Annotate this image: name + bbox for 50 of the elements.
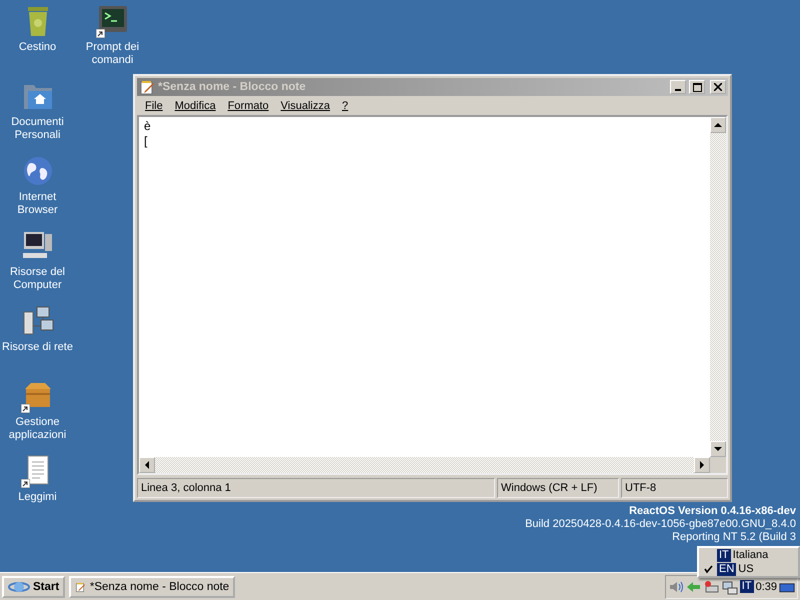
scroll-right-icon <box>698 461 706 469</box>
maximize-button[interactable] <box>689 80 705 94</box>
status-bar-field: Windows (CR + LF) <box>497 478 619 498</box>
language-menu-item[interactable]: IT Italiana <box>699 548 798 562</box>
shortcut-arrow-icon <box>20 404 30 413</box>
menu-item[interactable]: File <box>139 100 169 112</box>
text-line: è <box>144 119 152 134</box>
status-bar-field: Linea 3, colonna 1 <box>137 478 495 498</box>
text-line: [ <box>144 134 148 149</box>
desktop-icon-label[interactable]: Risorse del Computer <box>2 266 74 292</box>
vertical-scrollbar[interactable] <box>710 117 726 457</box>
start-button[interactable]: Start <box>2 576 66 598</box>
taskbar-button[interactable]: *Senza nome - Blocco note <box>69 576 236 598</box>
close-icon <box>714 83 722 91</box>
status-bar-field: UTF-8 <box>621 478 728 498</box>
horizontal-scrollbar[interactable] <box>139 457 710 473</box>
scrollbar-corner <box>710 457 726 473</box>
close-button[interactable] <box>710 80 726 94</box>
desktop-icon-label[interactable]: Leggimi <box>2 491 74 504</box>
language-indicator[interactable]: IT <box>740 580 754 593</box>
menu-item[interactable]: Modifica <box>168 100 222 112</box>
version-text: ReactOS Version 0.4.16-x86-dev <box>629 505 796 518</box>
language-menu-item[interactable]: EN US <box>699 562 798 576</box>
desktop-icon-label[interactable]: Prompt dei comandi <box>76 41 148 67</box>
desktop-icon-label[interactable]: Gestione applicazioni <box>2 416 74 442</box>
language-name: Italiana <box>732 549 768 561</box>
desktop-icon-label[interactable]: Internet Browser <box>2 191 74 217</box>
clock[interactable]: 0:39 <box>756 580 777 592</box>
desktop-icon-label[interactable]: Cestino <box>2 41 74 54</box>
scroll-up-icon <box>714 121 722 129</box>
minimize-button[interactable] <box>670 80 686 94</box>
version-text: Build 20250428-0.4.16-dev-1056-gbe87e00.GNU_8.4.0 <box>525 518 796 531</box>
scroll-left-icon <box>143 461 151 469</box>
language-code: IT <box>717 548 731 562</box>
maximize-icon <box>692 82 702 92</box>
desktop-icon-label[interactable]: Risorse di rete <box>2 341 74 354</box>
text-editor[interactable]: è [ <box>137 115 728 475</box>
window-title: *Senza nome - Blocco note <box>158 81 307 93</box>
version-text: Reporting NT 5.2 (Build 3 <box>672 531 796 544</box>
desktop-icon-label[interactable]: Documenti Personali <box>2 116 74 142</box>
language-name: US <box>738 563 754 575</box>
menu-item[interactable]: Visualizza <box>274 100 336 112</box>
notepad-icon <box>139 79 155 95</box>
shortcut-arrow-icon <box>96 29 104 38</box>
scroll-down-icon <box>714 445 722 453</box>
shortcut-arrow-icon <box>20 479 30 488</box>
menu-item[interactable]: ? <box>336 100 354 112</box>
network-icon[interactable] <box>722 578 738 594</box>
language-code: EN <box>717 562 736 576</box>
menu-item[interactable]: Formato <box>222 100 275 112</box>
